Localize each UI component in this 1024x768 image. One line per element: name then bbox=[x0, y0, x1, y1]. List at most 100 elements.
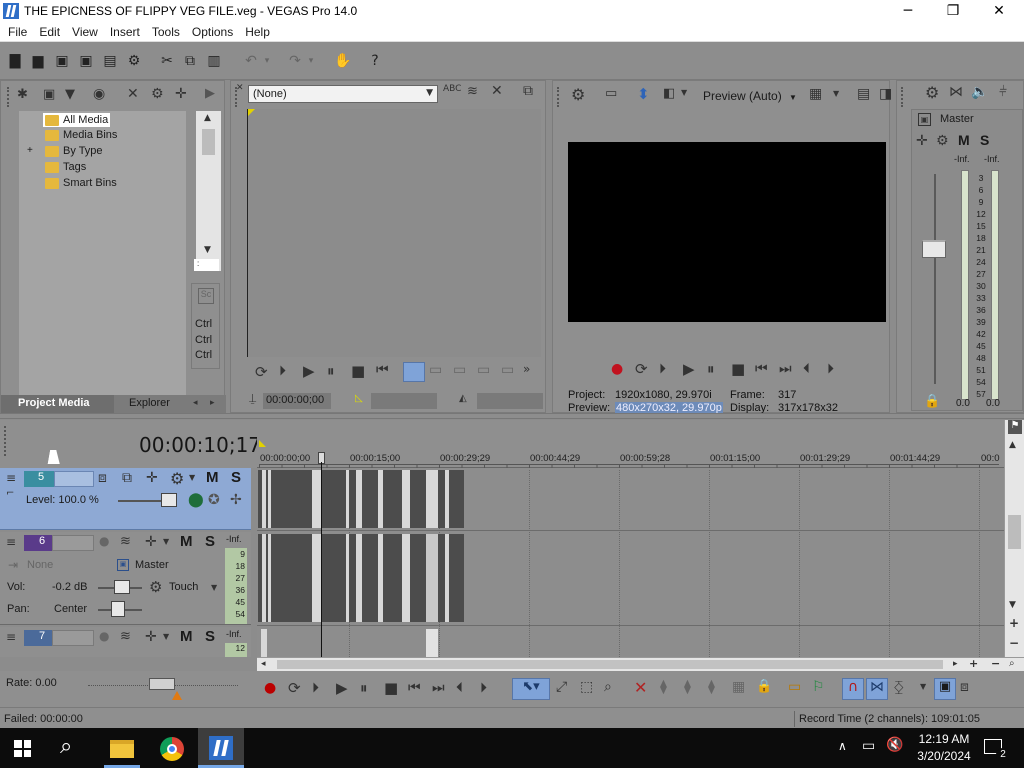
lock-icon[interactable]: 🔒 bbox=[924, 394, 940, 409]
menu-insert[interactable]: Insert bbox=[102, 22, 144, 39]
enable-snapping-icon[interactable]: ✋ bbox=[334, 52, 352, 70]
marker-icon[interactable]: ▭ bbox=[788, 679, 801, 695]
previous-frame-icon[interactable]: ⏴ bbox=[456, 680, 463, 696]
import-media-icon[interactable]: ✱ bbox=[17, 87, 28, 102]
auto-crossfade-toggle[interactable]: ⋈ bbox=[866, 678, 888, 700]
zoom-tool-icon[interactable]: ⌕ bbox=[1009, 658, 1015, 669]
mute-button[interactable]: M bbox=[180, 628, 193, 645]
lock-envelopes-toggle[interactable]: ▣ bbox=[934, 678, 956, 700]
undo-icon[interactable]: ↶ bbox=[242, 52, 260, 70]
invert-phase-icon[interactable]: ≋ bbox=[120, 534, 131, 549]
vol-slider-handle[interactable] bbox=[114, 580, 130, 594]
open-icon[interactable]: ▆ bbox=[29, 52, 47, 70]
grid-icon[interactable]: ▦ bbox=[809, 86, 822, 102]
go-to-start-icon[interactable]: ⏮ bbox=[408, 680, 421, 696]
tree-item-smart-bins[interactable]: Smart Bins bbox=[45, 177, 117, 189]
tab-explorer[interactable]: Explorer bbox=[129, 397, 170, 409]
output-select[interactable]: Master bbox=[135, 559, 169, 571]
play-icon[interactable]: ▶ bbox=[303, 362, 315, 380]
file-explorer-icon[interactable] bbox=[110, 740, 134, 758]
level-slider-handle[interactable] bbox=[161, 493, 177, 507]
video-fx-gear-icon[interactable]: ⚙ bbox=[571, 85, 585, 104]
record-icon[interactable]: ● bbox=[264, 680, 276, 696]
downmix-icon[interactable]: ⋈ bbox=[949, 84, 963, 100]
scroll-left-icon[interactable]: ◂ bbox=[261, 659, 266, 669]
trimmer-close-icon[interactable]: ✕ bbox=[236, 83, 244, 93]
redo-dropdown-icon[interactable]: ▾ bbox=[306, 52, 316, 70]
scroll-down-icon[interactable]: ▼ bbox=[1009, 600, 1016, 610]
solo-button[interactable]: S bbox=[231, 469, 241, 486]
media-fx-icon[interactable]: ⚙ bbox=[151, 86, 164, 102]
arm-record-icon[interactable]: ● bbox=[99, 629, 109, 643]
delete-icon[interactable]: ✕ bbox=[634, 678, 647, 697]
master-mute-button[interactable]: M bbox=[958, 132, 970, 148]
zoom-in-icon[interactable]: + bbox=[1009, 616, 1019, 630]
track-header-audio-6[interactable]: ≡ 6 ● ≋ ✛ ▼ M S -Inf. 9 18 27 36 45 54 ⇥ None… bbox=[0, 532, 251, 625]
save-icon[interactable]: ▣ bbox=[53, 52, 71, 70]
go-to-end-icon[interactable]: ⏭ bbox=[432, 680, 445, 696]
copy-icon[interactable]: ⧉ bbox=[523, 83, 533, 99]
play-from-start-icon[interactable]: ⏵ bbox=[279, 363, 286, 379]
trimmer-media-select[interactable]: (None) ▼ bbox=[248, 85, 438, 103]
loop-icon[interactable]: ⟳ bbox=[288, 679, 301, 697]
zoom-out-icon[interactable]: − bbox=[1009, 636, 1019, 650]
rate-slider-handle[interactable] bbox=[149, 678, 175, 690]
trim-icon[interactable]: ▦ bbox=[732, 679, 745, 695]
master-fx-gear-icon[interactable]: ⚙ bbox=[925, 83, 939, 102]
mute-button[interactable]: M bbox=[180, 533, 193, 550]
zoom-out-icon[interactable]: − bbox=[991, 657, 1000, 670]
collapse-icon[interactable]: ≡ bbox=[6, 535, 16, 549]
cut-icon[interactable]: ✂ bbox=[158, 52, 176, 70]
play-preview-icon[interactable]: ▶ bbox=[205, 86, 215, 101]
maximize-button[interactable]: ❐ bbox=[930, 0, 976, 22]
stop-icon[interactable]: ■ bbox=[384, 679, 398, 697]
menu-edit[interactable]: Edit bbox=[31, 22, 64, 39]
input-select[interactable]: None bbox=[27, 559, 53, 571]
play-icon[interactable]: ▶ bbox=[683, 360, 695, 378]
track-name-field[interactable] bbox=[54, 471, 94, 487]
mask-icon[interactable]: ✢ bbox=[230, 492, 242, 508]
zoom-in-icon[interactable]: + bbox=[969, 657, 978, 670]
motion-icon[interactable]: ⧈ bbox=[98, 470, 107, 486]
get-media-icon[interactable]: ▼ bbox=[65, 87, 75, 102]
in-point-icon[interactable]: ◺ bbox=[355, 393, 363, 404]
pause-icon[interactable]: ⏸ bbox=[707, 360, 715, 378]
pan-slider-handle[interactable] bbox=[111, 601, 125, 617]
help-icon[interactable]: ? bbox=[366, 52, 384, 70]
redo-icon[interactable]: ↷ bbox=[286, 52, 304, 70]
master-fx-icon[interactable]: ⚙ bbox=[936, 133, 949, 149]
collapse-icon[interactable]: ≡ bbox=[6, 630, 16, 644]
chevron-down-icon[interactable]: ▼ bbox=[833, 89, 839, 98]
network-icon[interactable]: ▭ bbox=[862, 738, 875, 754]
region-icon[interactable]: ⚐ bbox=[812, 679, 825, 695]
clock-time[interactable]: 12:19 AM bbox=[916, 732, 972, 746]
out-point-icon[interactable]: ◭ bbox=[459, 393, 467, 404]
chevron-down-icon[interactable]: ▼ bbox=[163, 537, 169, 546]
more-icon[interactable]: » bbox=[523, 362, 530, 376]
in-point-field[interactable] bbox=[371, 393, 437, 409]
chevron-down-icon[interactable]: ▼ bbox=[211, 583, 217, 592]
invert-phase-icon[interactable]: ≋ bbox=[120, 629, 131, 644]
normal-edit-tool-icon[interactable]: ⬉▾ bbox=[512, 678, 550, 700]
tree-resize-handle[interactable]: : bbox=[194, 259, 219, 271]
close-button[interactable]: ✕ bbox=[976, 0, 1022, 22]
tree-expander[interactable]: + bbox=[27, 145, 33, 156]
input-icon[interactable]: ⇥ bbox=[8, 558, 18, 572]
solo-button[interactable]: S bbox=[205, 533, 215, 550]
panel-divider[interactable] bbox=[0, 413, 1024, 419]
zoom-tool-icon[interactable]: ⌕ bbox=[604, 679, 612, 695]
lock-icon[interactable]: 🔒 bbox=[756, 679, 772, 694]
marker-flag-icon[interactable]: ⚑ bbox=[1008, 420, 1022, 434]
stop-icon[interactable]: ■ bbox=[731, 360, 745, 378]
search-icon[interactable]: ⌕ bbox=[60, 734, 72, 759]
master-fader-handle[interactable] bbox=[922, 240, 946, 258]
preview-quality-dropdown[interactable]: Preview (Auto) ▼ bbox=[703, 89, 797, 103]
menu-file[interactable]: File bbox=[0, 22, 31, 39]
split-icon[interactable]: ⧫ bbox=[708, 679, 715, 695]
trim-icon[interactable]: ▭ bbox=[501, 362, 514, 378]
audio-clip[interactable] bbox=[426, 629, 438, 657]
tab-scroll-left-icon[interactable]: ◂ bbox=[193, 398, 198, 408]
web-icon[interactable]: ◉ bbox=[93, 86, 105, 102]
remove-media-icon[interactable]: ✕ bbox=[127, 86, 139, 102]
track-fx-gear-icon[interactable]: ⚙ bbox=[170, 469, 184, 488]
